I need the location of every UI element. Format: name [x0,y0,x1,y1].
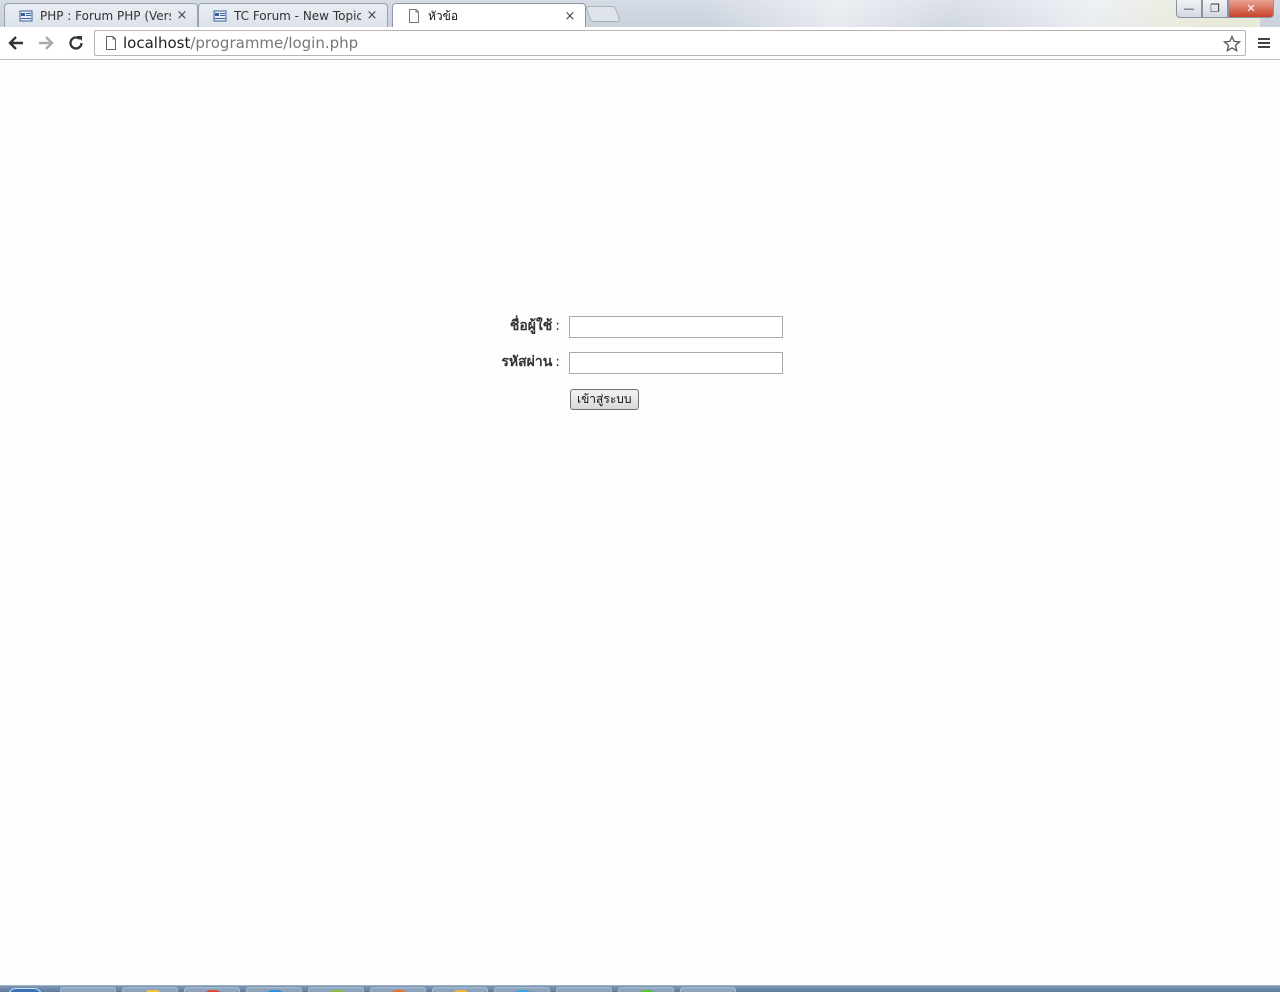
maximize-button[interactable]: ❐ [1202,0,1228,18]
password-input[interactable] [569,352,783,374]
taskbar-item[interactable] [370,987,426,992]
taskbar-item[interactable] [308,987,364,992]
password-label: รหัสผ่าน: [480,351,560,373]
close-icon: ✕ [1246,2,1256,15]
taskbar-item[interactable] [680,987,736,992]
window-controls: — ❐ ✕ [1176,0,1274,18]
minimize-button[interactable]: — [1176,0,1202,18]
forum-page-icon [213,9,227,23]
url-text[interactable]: localhost/programme/login.php [123,34,358,52]
tab-title: TC Forum - New Topic :: a [234,8,361,23]
back-arrow-icon [8,36,23,50]
tab-close-icon[interactable]: × [175,8,189,23]
tab-title: PHP : Forum PHP (Version [40,8,171,23]
taskbar-item[interactable] [246,987,302,992]
page-info-icon[interactable] [101,33,121,53]
password-row: รหัสผ่าน: [480,351,570,373]
taskbar-item[interactable] [60,987,116,992]
forum-page-icon [19,9,33,23]
tab-forum-php[interactable]: PHP : Forum PHP (Version × [4,3,198,27]
taskbar-item[interactable] [184,987,240,992]
reload-icon [69,36,83,50]
os-taskbar [0,985,1280,992]
tab-strip: PHP : Forum PHP (Version × TC Forum - Ne… [0,0,1280,27]
username-label-text: ชื่อผู้ใช้ [509,318,553,334]
taskbar-item[interactable] [618,987,674,992]
tab-tc-forum[interactable]: TC Forum - New Topic :: a × [198,3,388,27]
tab-active-login[interactable]: หัวข้อ × [392,3,586,27]
start-button[interactable] [8,988,42,992]
username-label: ชื่อผู้ใช้: [480,315,560,337]
url-path: /programme/login.php [190,34,359,52]
label-colon: : [555,354,560,370]
browser-menu-button[interactable] [1252,31,1276,55]
page-viewport: ชื่อผู้ใช้: รหัสผ่าน: เข้าสู่ระบบ [0,61,1280,985]
forward-arrow-icon [39,36,54,50]
bookmark-star-icon[interactable] [1221,33,1243,55]
hamburger-menu-icon [1258,38,1270,48]
label-colon: : [555,318,560,334]
new-tab-button[interactable] [585,6,621,22]
taskbar-item[interactable] [494,987,550,992]
maximize-icon: ❐ [1210,2,1220,15]
close-window-button[interactable]: ✕ [1228,0,1274,18]
address-bar[interactable]: localhost/programme/login.php [94,30,1246,56]
tab-close-icon[interactable]: × [563,9,577,24]
blank-page-icon [407,9,421,23]
tab-title: หัวข้อ [428,8,459,23]
browser-toolbar: localhost/programme/login.php [0,27,1280,60]
minimize-icon: — [1183,2,1195,15]
taskbar-item[interactable] [122,987,178,992]
taskbar-item[interactable] [556,987,612,992]
tab-close-icon[interactable]: × [365,8,379,23]
back-button[interactable] [2,29,30,57]
username-input[interactable] [569,316,783,338]
login-submit-button[interactable]: เข้าสู่ระบบ [570,389,639,410]
url-host: localhost [123,34,191,52]
password-label-text: รหัสผ่าน [501,354,553,370]
reload-button[interactable] [62,29,90,57]
taskbar-item[interactable] [432,987,488,992]
username-row: ชื่อผู้ใช้: [480,315,570,337]
forward-button[interactable] [32,29,60,57]
